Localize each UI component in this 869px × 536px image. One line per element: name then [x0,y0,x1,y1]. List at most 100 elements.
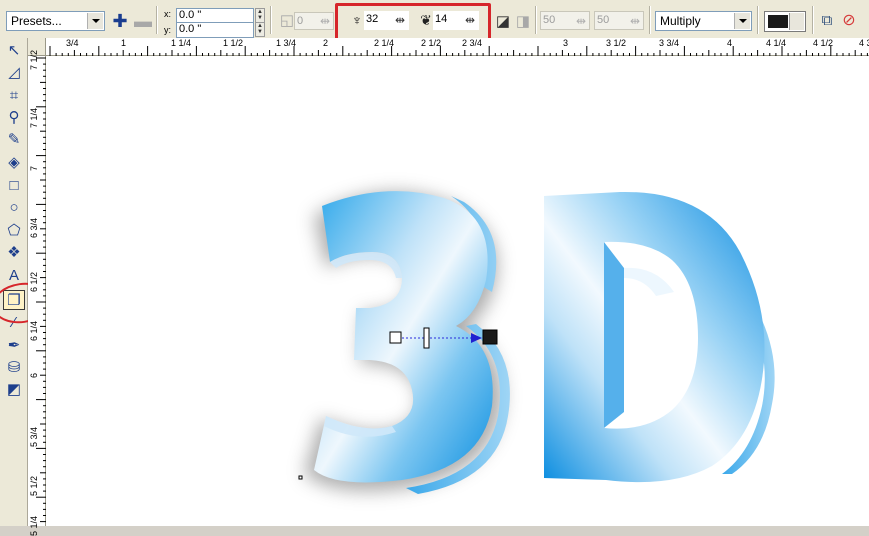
letter-d-inner-bevel [604,242,624,428]
zoom-icon: ⚲ [8,109,20,126]
nudge-icon[interactable]: ⇹ [630,14,640,28]
ruler-label: 4 1/4 [766,38,787,48]
transparency-operation-dropdown[interactable]: Multiply [655,11,752,31]
ellipse-icon: ○ [9,199,19,216]
interactive-fill-icon: ◩ [6,381,22,398]
smart-fill-icon: ◈ [8,154,20,171]
ruler-label: 1 1/4 [171,38,192,48]
ruler-label: 7 [29,165,39,171]
chevron-down-icon [87,13,103,29]
ruler-label: 2 [323,38,329,48]
pick-tool[interactable]: ↖ [3,41,25,61]
minus-icon[interactable]: ▬ [134,12,152,30]
fade-value: 50 [543,14,556,26]
y-position-field[interactable]: 0.0 " [176,23,254,38]
shadow-color-swatch [768,15,788,28]
ruler-label: 2 3/4 [462,38,483,48]
x-spinner[interactable]: ▲ ▼ [255,8,265,23]
presets-value: Presets... [11,14,62,28]
vertical-ruler[interactable]: 7 1/2 7 1/4 7 6 3/4 6 1/2 6 1/4 6 5 3/4 5 1/2 5 1… [28,50,46,536]
chevron-down-icon [789,13,804,30]
shadow-end-handle[interactable] [482,329,498,345]
x-label: x: [164,9,172,19]
pen-nib-icon: ✒ [7,337,21,354]
shadow-start-handle[interactable] [389,331,402,344]
artwork[interactable] [46,56,869,526]
ruler-label: 6 1/2 [29,271,39,292]
freehand-tool[interactable]: ✎ [3,130,25,150]
shape-tool[interactable]: ◿ [3,63,25,83]
fade-field[interactable]: 50 ⇹ [540,11,590,30]
shadow-angle-value: 0 [297,15,304,27]
zoom-tool[interactable]: ⚲ [3,108,25,128]
ruler-label: 1 1/2 [223,38,244,48]
separator [156,6,158,34]
letter-d[interactable] [544,191,765,483]
selection-node[interactable] [298,475,303,480]
smart-fill-tool[interactable]: ◈ [3,153,25,173]
crop-icon: ⌗ [9,87,19,104]
rectangle-tool[interactable]: □ [3,176,25,196]
shadow-color-picker[interactable] [764,11,806,32]
ruler-label: 6 [29,372,39,378]
feather-edges-icon[interactable]: ◨ [514,13,532,31]
ruler-label: 5 1/2 [29,475,39,496]
ruler-label: 3 1/2 [606,38,627,48]
ruler-label: 1 [121,38,127,48]
separator [535,6,537,34]
feather-direction-icon[interactable]: ◪ [494,13,512,31]
digit-three [314,191,493,483]
crop-tool[interactable]: ⌗ [3,86,25,106]
ruler-label: 3/4 [66,38,79,48]
freehand-icon: ✎ [7,131,21,148]
drawing-canvas[interactable] [46,56,869,526]
ruler-label: 2 1/2 [421,38,442,48]
paint-bucket-icon: ⛁ [7,359,21,376]
shape-icon: ◿ [8,64,20,81]
x-position-field[interactable]: 0.0 " [176,8,254,23]
horizontal-ruler[interactable]: 3/4 1 1 1/4 1 1/2 1 3/4 2 2 1/4 2 1/2 2 3/4 3 3 1/… [46,38,869,56]
separator [270,6,272,34]
stretch-field[interactable]: 50 ⇹ [594,11,644,30]
presets-dropdown[interactable]: Presets... [6,11,105,31]
opacity-feather-highlight [335,3,491,42]
stretch-value: 50 [597,14,610,26]
transparency-operation-value: Multiply [660,14,701,28]
ruler-label: 1 3/4 [276,38,297,48]
horizontal-ruler-ticks [49,46,868,56]
ruler-label: 3 3/4 [659,38,680,48]
shadow-angle-field[interactable]: 0 ⇹ [294,12,334,30]
text-icon: A [8,267,19,284]
letter-d-inner-highlight [624,267,674,296]
basic-shapes-icon: ❖ [7,244,21,261]
polygon-icon: ⬠ [7,222,21,239]
ruler-label: 7 1/4 [29,107,39,128]
copy-properties-icon[interactable]: ⧉ [818,12,836,30]
ruler-label: 5 3/4 [29,426,39,447]
nudge-icon[interactable]: ⇹ [320,14,330,28]
ruler-label: 2 1/4 [374,38,395,48]
ruler-label: 4 [727,38,733,48]
chevron-down-icon [734,13,750,29]
basic-shapes-tool[interactable]: ❖ [3,243,25,263]
separator [649,6,651,34]
outline-tool[interactable]: ✒ [3,336,25,356]
fill-tool[interactable]: ⛁ [3,358,25,378]
interactive-fill-tool[interactable]: ◩ [3,380,25,400]
ruler-label: 7 1/2 [29,49,39,70]
y-spinner[interactable]: ▲ ▼ [255,22,265,37]
rectangle-icon: □ [9,177,19,194]
property-bar: Presets... ✚ ▬ x: 0.0 " ▲ ▼ y: 0.0 " ▲ ▼ ◱… [0,0,869,42]
arrow-icon: ↖ [7,42,21,59]
ruler-label: 4 3/4 [859,38,869,48]
separator [812,6,814,34]
ruler-label: 6 3/4 [29,217,39,238]
nudge-icon[interactable]: ⇹ [576,14,586,28]
polygon-tool[interactable]: ⬠ [3,221,25,241]
separator [757,6,759,34]
shadow-opacity-slider-handle[interactable] [423,327,430,349]
ellipse-tool[interactable]: ○ [3,198,25,218]
clear-shadow-icon[interactable]: ⊘ [840,12,858,30]
ruler-label: 3 [563,38,569,48]
plus-icon[interactable]: ✚ [111,12,129,30]
